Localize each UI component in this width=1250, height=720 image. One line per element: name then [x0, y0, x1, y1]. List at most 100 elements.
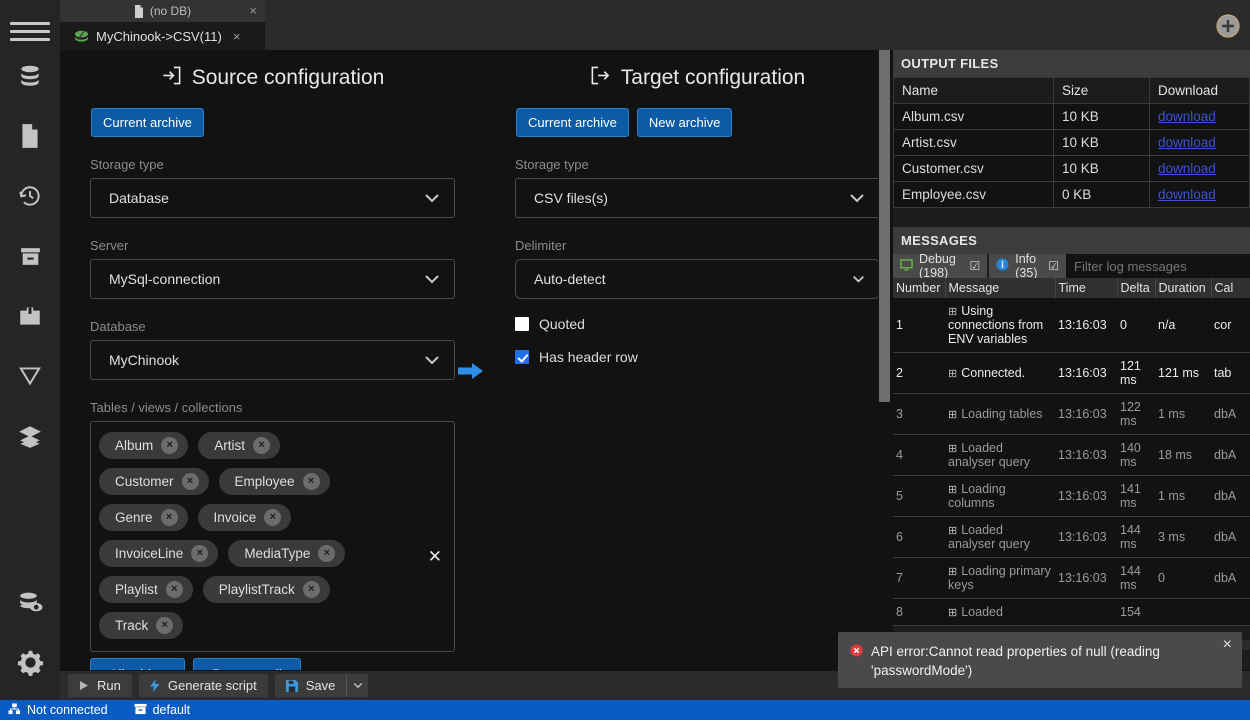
- remove-tag-icon[interactable]: ×: [264, 509, 282, 526]
- has-header-row-checkbox[interactable]: [515, 350, 529, 364]
- right-arrow-icon: [458, 360, 484, 382]
- configuration-area: Source configuration Current archive Sto…: [60, 50, 890, 670]
- table-tag[interactable]: InvoiceLine ×: [99, 540, 219, 567]
- table-row[interactable]: 4 ⊞ Loaded analyser query 13:16:03 140 ms 18 …: [893, 434, 1250, 476]
- table-tag[interactable]: Playlist ×: [99, 576, 193, 603]
- remove-tag-icon[interactable]: ×: [302, 581, 320, 598]
- table-row[interactable]: 8 ⊞ Loaded 154: [893, 598, 1250, 626]
- scrollbar-thumb[interactable]: [879, 50, 890, 402]
- table-tag[interactable]: Invoice ×: [197, 504, 292, 531]
- table-row[interactable]: Customer.csv 10 KB download: [893, 155, 1250, 182]
- remove-tag-icon[interactable]: ×: [318, 545, 336, 562]
- source-database-select[interactable]: MyChinook: [90, 340, 455, 380]
- tab-debug-checkbox[interactable]: ☑: [969, 259, 980, 273]
- all-tables-button[interactable]: All tables: [90, 658, 185, 670]
- tab-debug[interactable]: Debug (198) ☑: [893, 252, 988, 280]
- tab-info[interactable]: Info (35) ☑: [989, 252, 1066, 280]
- expand-icon[interactable]: ⊞: [948, 566, 957, 578]
- table-tag[interactable]: Customer ×: [99, 468, 209, 495]
- download-link[interactable]: download: [1158, 161, 1216, 176]
- table-row[interactable]: Artist.csv 10 KB download: [893, 129, 1250, 156]
- table-tag[interactable]: MediaType ×: [228, 540, 346, 567]
- hamburger-menu-icon[interactable]: [10, 16, 50, 46]
- sidebar-item-archive[interactable]: [0, 226, 60, 286]
- chevron-down-icon: [852, 275, 865, 283]
- table-tag[interactable]: Album ×: [99, 432, 189, 459]
- save-button[interactable]: Save: [274, 674, 347, 697]
- expand-icon[interactable]: ⊞: [948, 484, 957, 496]
- has-header-row-checkbox-row[interactable]: Has header row: [515, 349, 880, 365]
- main-vertical-scrollbar[interactable]: [878, 50, 891, 670]
- download-link[interactable]: download: [1158, 135, 1216, 150]
- target-delimiter-select[interactable]: Auto-detect: [515, 259, 880, 299]
- sidebar-item-filter[interactable]: [0, 346, 60, 406]
- table-tag[interactable]: Track ×: [99, 612, 184, 639]
- quoted-checkbox-row[interactable]: Quoted: [515, 316, 880, 332]
- run-button[interactable]: Run: [68, 674, 132, 697]
- table-row[interactable]: 1 ⊞ Using connections from ENV variables 13…: [893, 298, 1250, 353]
- source-current-archive-button[interactable]: Current archive: [91, 108, 204, 137]
- remove-tag-icon[interactable]: ×: [302, 473, 320, 490]
- table-tag-label: Employee: [234, 474, 295, 489]
- table-row[interactable]: 7 ⊞ Loading primary keys 13:16:03 144 ms 0 dbA: [893, 557, 1250, 599]
- table-row[interactable]: Album.csv 10 KB download: [893, 103, 1250, 130]
- table-row[interactable]: 3 ⊞ Loading tables 13:16:03 122 ms 1 ms dbA: [893, 393, 1250, 435]
- expand-icon[interactable]: ⊞: [948, 607, 957, 619]
- expand-icon[interactable]: ⊞: [948, 525, 957, 537]
- close-icon[interactable]: ×: [249, 3, 257, 19]
- filter-log-input[interactable]: [1066, 254, 1250, 278]
- remove-tag-icon[interactable]: ×: [181, 473, 199, 490]
- message-duration: 121 ms: [1155, 352, 1211, 394]
- target-new-archive-button[interactable]: New archive: [636, 108, 733, 137]
- sidebar-item-layers[interactable]: [0, 406, 60, 466]
- message-delta: 0: [1117, 298, 1155, 353]
- table-tag[interactable]: PlaylistTrack ×: [202, 576, 330, 603]
- download-link[interactable]: download: [1158, 187, 1216, 202]
- sidebar-item-files[interactable]: [0, 106, 60, 166]
- chevron-down-icon[interactable]: [346, 674, 369, 697]
- plus-circle-icon[interactable]: [1214, 12, 1242, 40]
- close-icon[interactable]: ×: [1223, 637, 1232, 653]
- target-storage-type-select[interactable]: CSV files(s): [515, 178, 880, 218]
- quoted-checkbox[interactable]: [515, 317, 529, 331]
- save-button-group: Save: [274, 674, 369, 697]
- table-row[interactable]: 6 ⊞ Loaded analyser query 13:16:03 144 ms 3 m…: [893, 516, 1250, 558]
- source-server-select[interactable]: MySql-connection: [90, 259, 455, 299]
- target-current-archive-button[interactable]: Current archive: [516, 108, 629, 137]
- expand-icon[interactable]: ⊞: [948, 409, 957, 421]
- import-arrow-icon: [161, 65, 182, 92]
- sidebar-item-settings[interactable]: [0, 632, 60, 692]
- table-row[interactable]: Employee.csv 0 KB download: [893, 181, 1250, 208]
- remove-tag-icon[interactable]: ×: [156, 617, 174, 634]
- status-connection[interactable]: Not connected: [8, 702, 108, 718]
- remove-tag-icon[interactable]: ×: [191, 545, 209, 562]
- table-tag[interactable]: Artist ×: [198, 432, 281, 459]
- remove-all-button[interactable]: Remove all: [192, 658, 301, 670]
- tab-no-db[interactable]: (no DB) ×: [60, 0, 265, 22]
- remove-tag-icon[interactable]: ×: [161, 437, 179, 454]
- remove-tag-icon[interactable]: ×: [253, 437, 271, 454]
- remove-tag-icon[interactable]: ×: [160, 509, 178, 526]
- tab-info-checkbox[interactable]: ☑: [1048, 259, 1059, 273]
- message-text: Using connections from ENV variables: [948, 304, 1044, 346]
- expand-icon[interactable]: ⊞: [948, 306, 957, 318]
- expand-icon[interactable]: ⊞: [948, 443, 957, 455]
- clear-all-tags-icon[interactable]: ✕: [428, 548, 442, 565]
- message-time: 13:16:03: [1055, 298, 1117, 353]
- table-tag[interactable]: Employee ×: [218, 468, 330, 495]
- tab-mychinook-csv[interactable]: MyChinook->CSV(11) ×: [60, 22, 265, 50]
- table-row[interactable]: 5 ⊞ Loading columns 13:16:03 141 ms 1 ms dbA: [893, 475, 1250, 517]
- table-row[interactable]: 2 ⊞ Connected. 13:16:03 121 ms 121 ms tab: [893, 352, 1250, 394]
- sidebar-item-toolbox[interactable]: [0, 286, 60, 346]
- close-icon[interactable]: ×: [233, 29, 241, 44]
- table-tag[interactable]: Genre ×: [99, 504, 188, 531]
- download-link[interactable]: download: [1158, 109, 1216, 124]
- remove-tag-icon[interactable]: ×: [165, 581, 183, 598]
- source-storage-type-select[interactable]: Database: [90, 178, 455, 218]
- generate-script-button[interactable]: Generate script: [138, 674, 268, 697]
- expand-icon[interactable]: ⊞: [948, 368, 957, 380]
- sidebar-item-data-preview[interactable]: [0, 572, 60, 632]
- sidebar-item-history[interactable]: [0, 166, 60, 226]
- status-database[interactable]: default: [134, 703, 190, 718]
- sidebar-item-database[interactable]: [0, 46, 60, 106]
